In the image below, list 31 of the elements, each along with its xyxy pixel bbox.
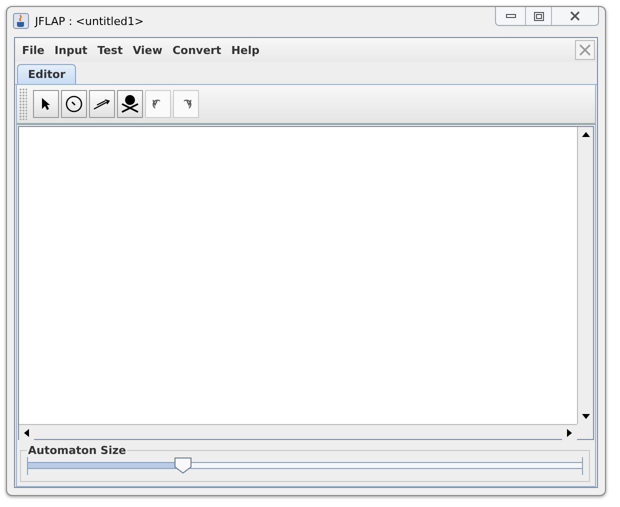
arrow-pointer-icon (41, 97, 51, 111)
toolbar-grip[interactable] (19, 88, 27, 120)
right-triangle-icon (567, 428, 572, 436)
tool-button[interactable] (33, 90, 59, 118)
vertical-scrollbar[interactable] (577, 127, 593, 424)
menu-item[interactable]: File (17, 44, 50, 56)
tool-button[interactable] (61, 90, 87, 118)
restore-icon (534, 12, 544, 20)
close-tab-button[interactable] (575, 40, 595, 60)
window-title: JFLAP : <untitled1> (35, 14, 144, 28)
up-triangle-icon (582, 132, 590, 137)
skull-crossbones-icon (120, 94, 140, 114)
horizontal-scrollbar[interactable] (19, 424, 577, 439)
menu-item[interactable]: Test (92, 44, 128, 56)
minimize-icon (506, 14, 516, 18)
editor-tab[interactable]: Editor (17, 64, 76, 84)
menu-item[interactable]: Help (226, 44, 265, 56)
tool-button[interactable] (117, 90, 143, 118)
menu-item[interactable]: View (128, 44, 168, 56)
down-triangle-icon (582, 414, 590, 419)
menu-item[interactable]: Convert (167, 44, 226, 56)
group-label: Automaton Size (27, 444, 128, 457)
circle-state-icon (65, 95, 83, 113)
menu-item[interactable]: Input (50, 44, 92, 56)
close-icon (579, 44, 591, 56)
transition-arrow-icon (93, 98, 111, 110)
tool-button[interactable] (89, 90, 115, 118)
slider-thumb[interactable] (174, 457, 192, 474)
java-cup-icon (13, 13, 29, 29)
left-triangle-icon (24, 428, 29, 436)
close-icon (570, 11, 580, 21)
